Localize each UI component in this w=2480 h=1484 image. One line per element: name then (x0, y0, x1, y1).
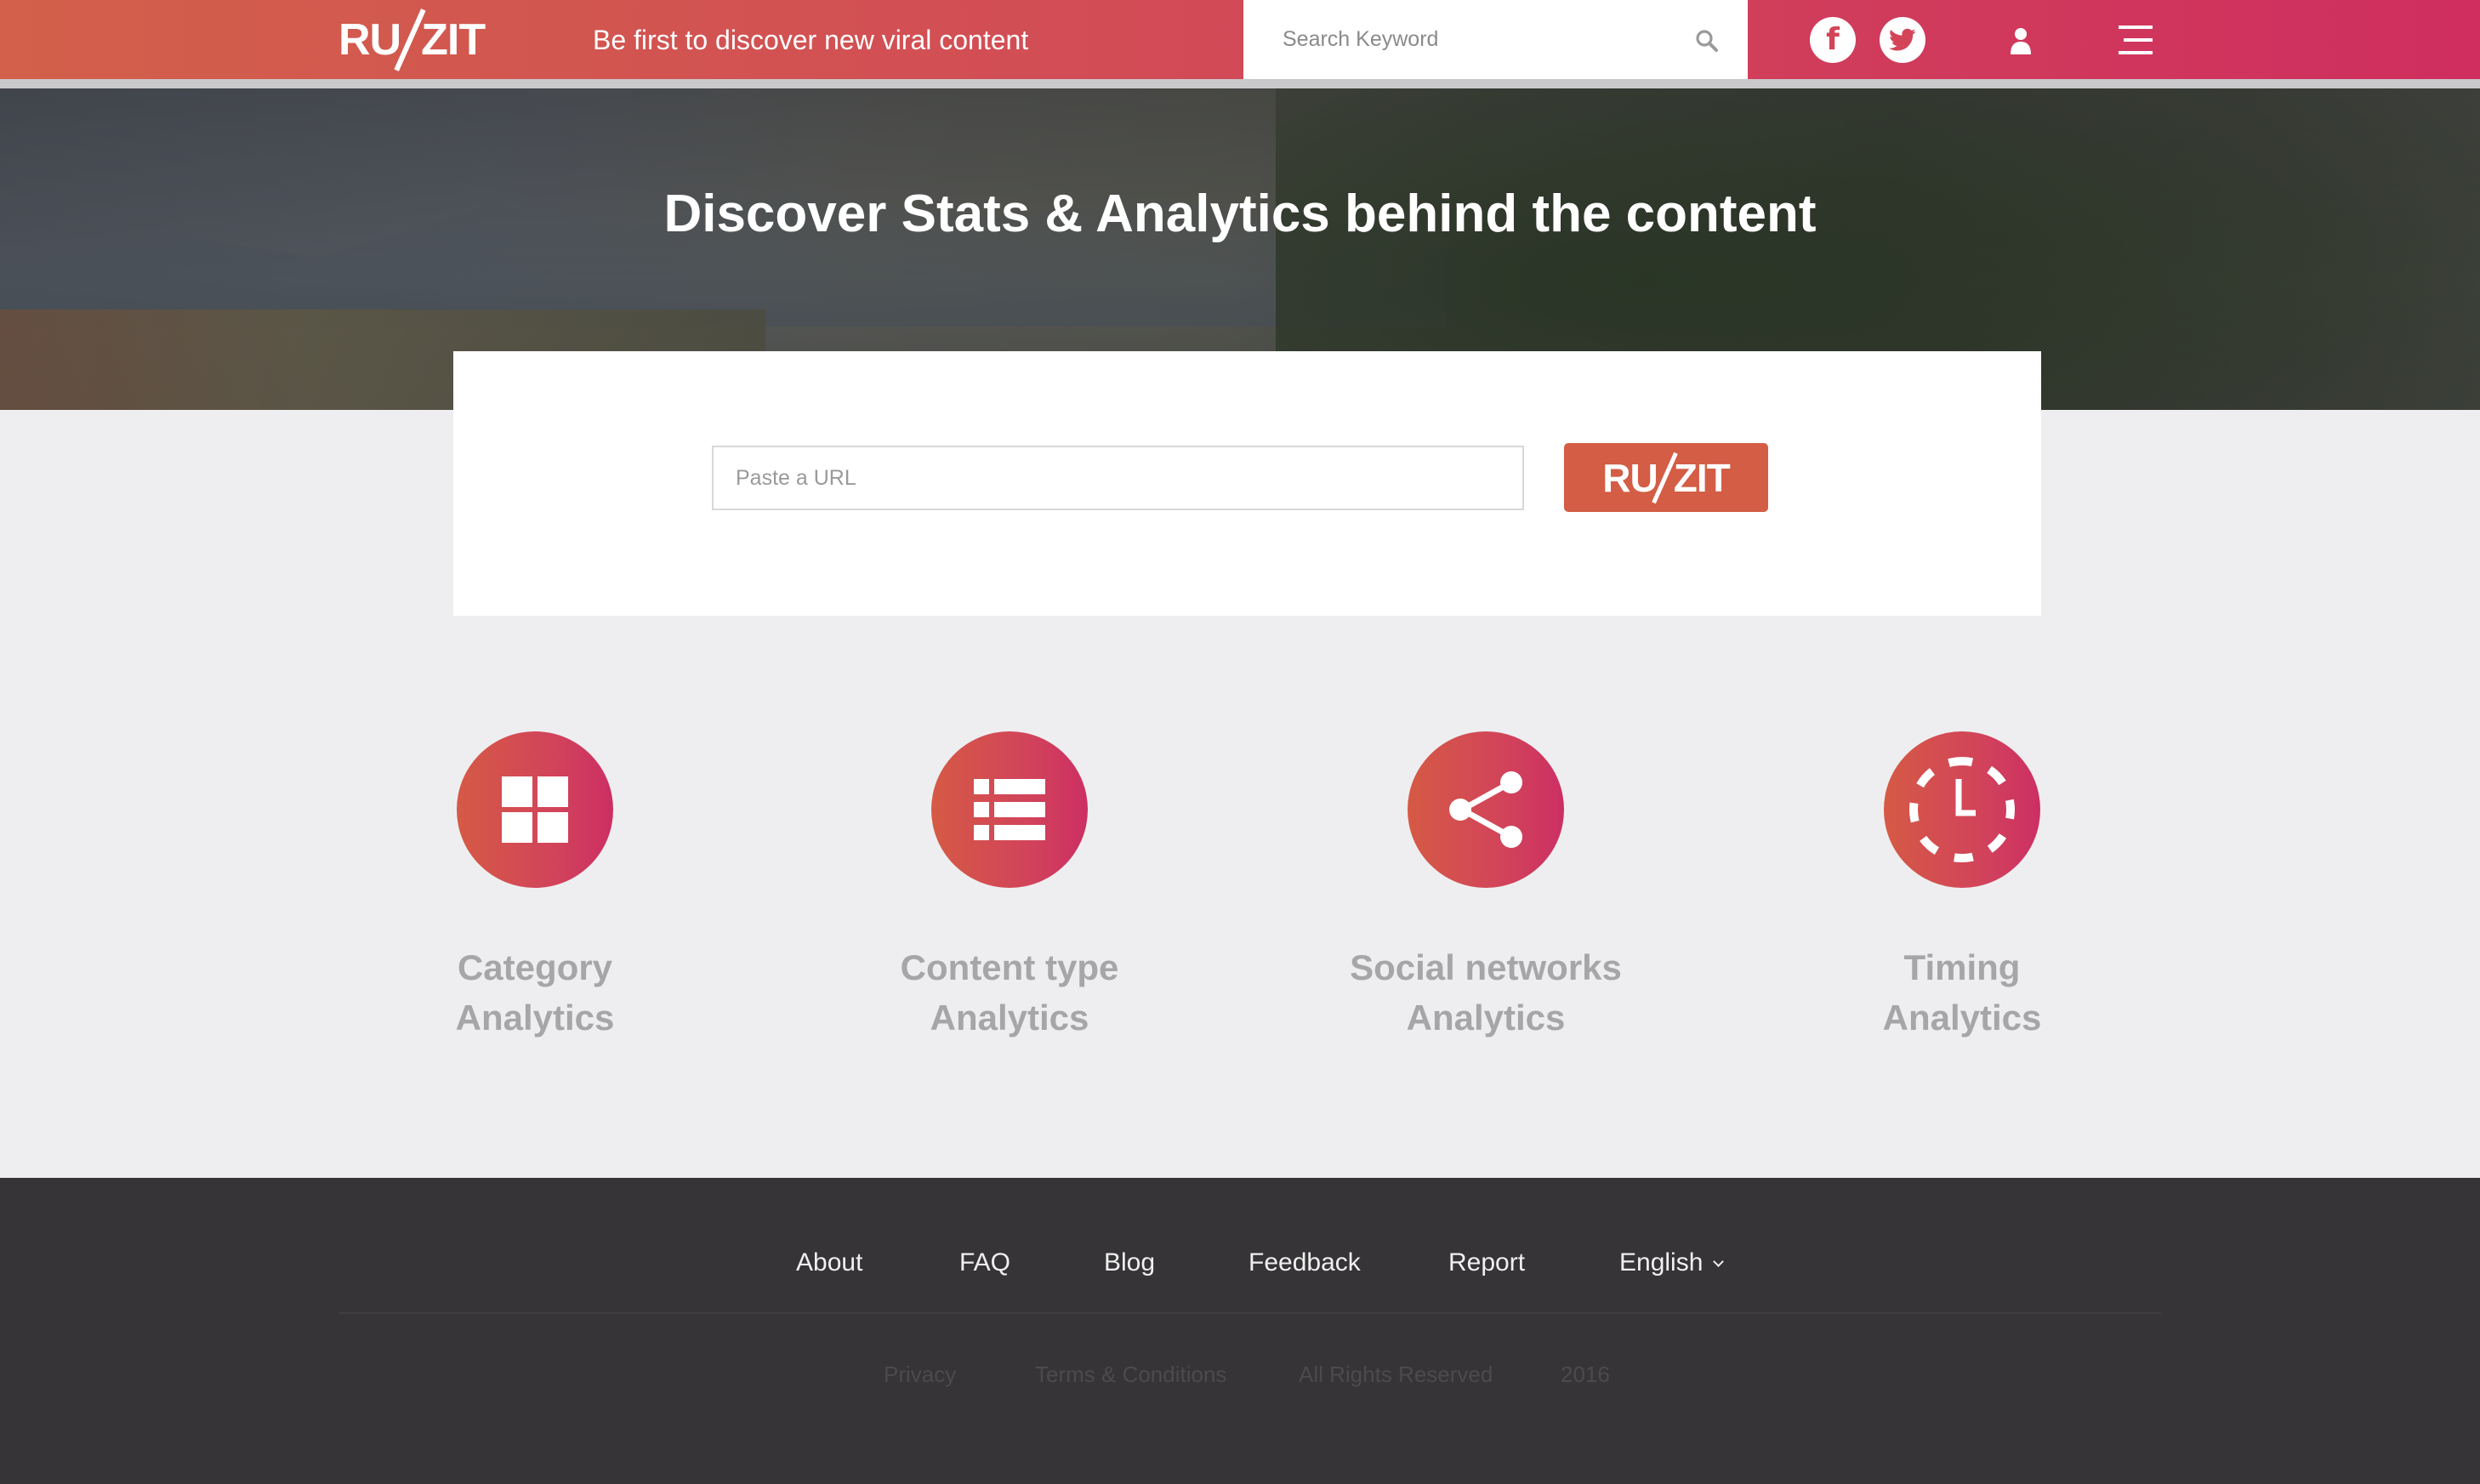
logo-text-left: RU (338, 15, 401, 65)
feature-label-line1: Social networks (1350, 947, 1622, 987)
share-icon (1449, 771, 1522, 848)
feature-timing-analytics[interactable]: Timing Analytics (1749, 731, 2175, 1043)
button-text-left: RU (1602, 455, 1658, 500)
feature-label-line2: Analytics (455, 998, 615, 1038)
footer-link-feedback[interactable]: Feedback (1249, 1242, 1361, 1284)
feature-icon-circle (1884, 731, 2040, 888)
feature-social-networks-analytics[interactable]: Social networks Analytics (1273, 731, 1698, 1043)
feature-label-line2: Analytics (1406, 998, 1566, 1038)
feature-category-analytics[interactable]: Category Analytics (322, 731, 748, 1043)
feature-icon-circle (931, 731, 1088, 888)
search-icon[interactable] (1695, 29, 1719, 53)
site-header: RU ZIT Be first to discover new viral co… (0, 0, 2480, 88)
feature-label: Timing Analytics (1749, 942, 2175, 1043)
footer-rights-text: All Rights Reserved (1299, 1362, 1493, 1387)
twitter-icon (1889, 28, 1916, 51)
feature-icon-circle (457, 731, 613, 888)
footer-link-about[interactable]: About (796, 1242, 862, 1284)
user-icon[interactable] (2007, 26, 2034, 55)
feature-content-type-analytics[interactable]: Content type Analytics (797, 731, 1222, 1043)
feature-label: Category Analytics (322, 942, 748, 1043)
keyword-search-input[interactable] (1283, 18, 1674, 61)
feature-label: Social networks Analytics (1273, 942, 1698, 1043)
hamburger-menu-icon[interactable] (2115, 24, 2156, 56)
chevron-down-icon (1713, 1256, 1725, 1267)
twitter-button[interactable] (1880, 17, 1925, 63)
feature-label-line1: Category (457, 947, 613, 987)
url-analyze-card: RU ZIT (453, 351, 2041, 616)
language-selector[interactable]: English (1619, 1242, 1725, 1284)
footer-link-terms[interactable]: Terms & Conditions (1035, 1357, 1226, 1391)
grid-icon (502, 776, 568, 843)
facebook-icon: f (1826, 22, 1840, 57)
feature-icon-circle (1408, 731, 1564, 888)
hero-title: Discover Stats & Analytics behind the co… (663, 185, 1817, 243)
footer-link-report[interactable]: Report (1448, 1242, 1525, 1284)
url-input[interactable] (712, 446, 1524, 510)
footer-nav: About FAQ Blog Feedback Report English (0, 1242, 2480, 1284)
footer-link-blog[interactable]: Blog (1104, 1242, 1155, 1284)
facebook-button[interactable]: f (1810, 17, 1856, 63)
site-footer: About FAQ Blog Feedback Report English P… (0, 1178, 2480, 1484)
list-icon (974, 779, 1045, 840)
feature-label: Content type Analytics (797, 942, 1222, 1043)
ruzzit-submit-button[interactable]: RU ZIT (1564, 443, 1768, 512)
feature-label-line2: Analytics (1882, 998, 2042, 1038)
logo-text-right: ZIT (421, 15, 486, 65)
footer-year: 2016 (1561, 1362, 1610, 1387)
feature-label-line1: Timing (1903, 947, 2021, 987)
tagline: Be first to discover new viral content (593, 25, 1029, 55)
footer-link-faq[interactable]: FAQ (959, 1242, 1010, 1284)
feature-label-line2: Analytics (930, 998, 1089, 1038)
ruzzit-logo[interactable]: RU ZIT (338, 9, 504, 71)
language-selector-label: English (1619, 1248, 1704, 1276)
footer-divider (338, 1312, 2161, 1314)
feature-label-line1: Content type (900, 947, 1119, 987)
clock-icon (1909, 757, 2015, 862)
keyword-search (1243, 0, 1748, 79)
footer-link-privacy[interactable]: Privacy (884, 1357, 956, 1391)
button-text-right: ZIT (1673, 455, 1731, 500)
header-underline (0, 79, 2480, 88)
